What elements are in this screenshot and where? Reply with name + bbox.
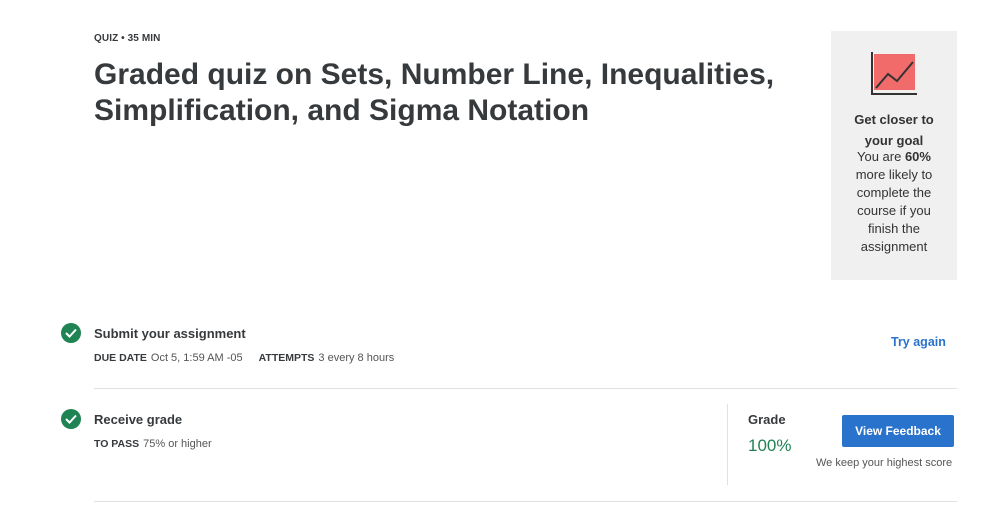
goal-body-highlight: 60% (904, 149, 931, 164)
due-date-label: DUE DATE (94, 352, 147, 364)
highest-score-note: We keep your highest score (816, 457, 953, 469)
bottom-divider (94, 501, 957, 502)
goal-body: You are 60% more likely to complete the … (845, 148, 943, 256)
goal-body-suffix: more likely to complete the course if yo… (855, 167, 933, 254)
grade-value: 100% (748, 436, 792, 455)
to-pass-label: TO PASS (94, 438, 140, 450)
goal-card: Get closer to your goal You are 60% more… (831, 31, 957, 280)
page-title: Graded quiz on Sets, Number Line, Inequa… (94, 58, 775, 127)
to-pass-value: 75% or higher (143, 438, 212, 450)
due-date-value: Oct 5, 1:59 AM -05 (150, 352, 243, 364)
grade-label: Grade (748, 412, 786, 427)
goal-title: Get closer to your goal (854, 112, 934, 148)
submit-meta: DUE DATE Oct 5, 1:59 AM -05 ATTEMPTS 3 ever… (94, 352, 394, 364)
trending-chart-icon (871, 52, 917, 95)
grade-divider (727, 404, 728, 485)
attempts-label: ATTEMPTS (258, 352, 315, 364)
attempts-value: 3 every 8 hours (318, 352, 395, 364)
submit-title: Submit your assignment (94, 326, 246, 341)
receive-meta: TO PASS 75% or higher (94, 438, 212, 450)
submit-check-icon (61, 323, 81, 343)
quiz-meta: QUIZ • 35 MIN (94, 33, 161, 44)
view-feedback-button[interactable]: View Feedback (842, 415, 954, 447)
goal-body-prefix: You are (857, 149, 905, 164)
try-again-link[interactable]: Try again (891, 335, 946, 349)
receive-check-icon (61, 409, 81, 429)
receive-title: Receive grade (94, 412, 183, 427)
section-divider (94, 388, 957, 389)
